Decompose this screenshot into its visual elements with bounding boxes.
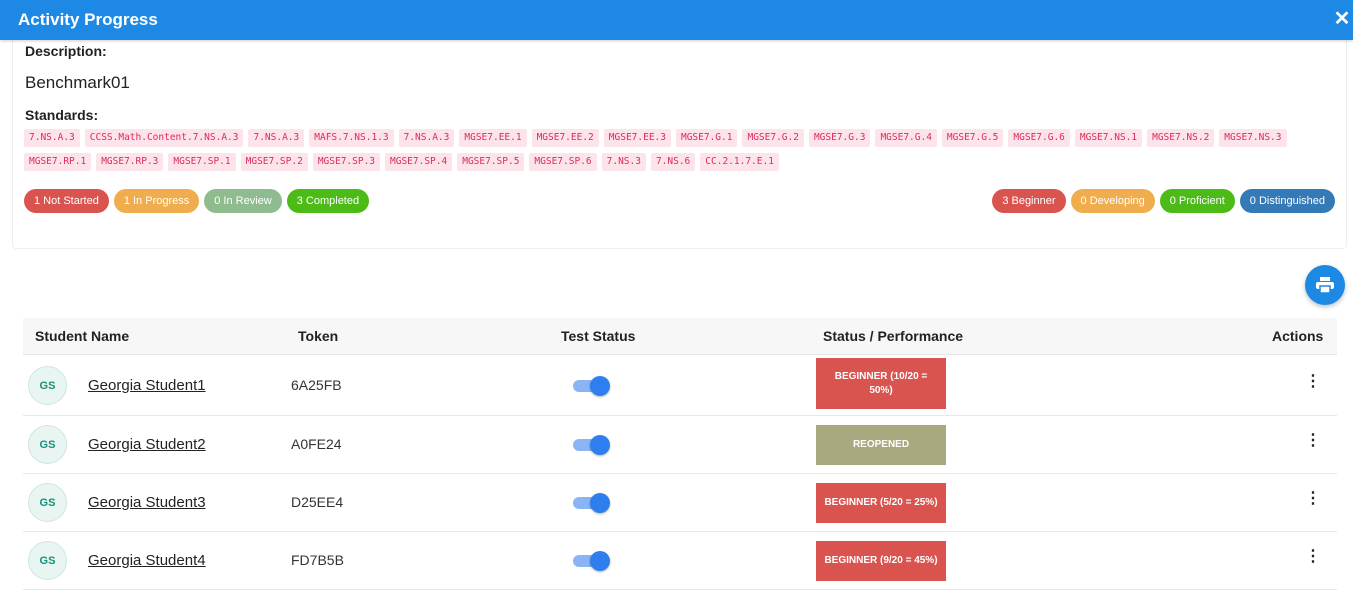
modal-header: Activity Progress ✕ — [0, 0, 1353, 40]
student-name-link[interactable]: Georgia Student1 — [88, 377, 206, 394]
standards-list: 7.NS.A.3 CCSS.Math.Content.7.NS.A.3 7.NS.A… — [24, 129, 1324, 171]
standards-label: Standards: — [25, 107, 99, 123]
standard-tag: 7.NS.A.3 — [248, 129, 305, 147]
status-badge[interactable]: REOPENED — [816, 425, 946, 465]
standard-tag: MGSE7.NS.3 — [1219, 129, 1287, 147]
test-status-toggle[interactable] — [573, 376, 611, 396]
standard-tag: CC.2.1.7.E.1 — [700, 153, 779, 171]
progress-pill[interactable]: 0 In Review — [204, 189, 282, 213]
description-label: Description: — [25, 43, 107, 59]
standard-tag: MGSE7.G.5 — [941, 129, 1004, 147]
standard-tag: MAFS.7.NS.1.3 — [309, 129, 394, 147]
avatar: GS — [28, 541, 67, 580]
actions-menu-icon[interactable]: ⋮ — [1305, 491, 1321, 507]
actions-menu-icon[interactable]: ⋮ — [1305, 549, 1321, 565]
standard-tag: 7.NS.A.3 — [398, 129, 455, 147]
test-status-toggle[interactable] — [573, 493, 611, 513]
performance-pill[interactable]: 0 Proficient — [1159, 189, 1235, 213]
token-value: D25EE4 — [291, 494, 344, 510]
standard-tag: MGSE7.G.6 — [1008, 129, 1070, 147]
standard-tag: 7.NS.3 — [601, 153, 646, 171]
print-button[interactable] — [1305, 265, 1345, 305]
header-actions: Actions — [1272, 328, 1324, 344]
token-value: FD7B5B — [291, 552, 344, 568]
standard-tag: MGSE7.EE.1 — [459, 129, 527, 147]
standard-tag: MGSE7.NS.2 — [1147, 129, 1215, 147]
table-row: GS Georgia Student3 D25EE4 BEGINNER (5/20 =… — [23, 474, 1337, 532]
standard-tag: MGSE7.G.1 — [675, 129, 738, 147]
description-value: Benchmark01 — [25, 73, 130, 92]
progress-summary: 1 Not Started 1 In Progress 0 In Review 3 C… — [24, 189, 370, 213]
table-row: GS Georgia Student2 A0FE24 REOPENED ⋮ — [23, 416, 1337, 474]
standard-tag: MGSE7.EE.2 — [531, 129, 599, 147]
printer-icon — [1316, 277, 1334, 293]
standard-tag: MGSE7.SP.5 — [457, 153, 525, 171]
standard-tag: MGSE7.SP.1 — [168, 153, 236, 171]
table-header: Student Name Token Test Status Status / … — [23, 318, 1337, 355]
token-value: 6A25FB — [291, 377, 342, 393]
performance-pill[interactable]: 0 Distinguished — [1239, 189, 1335, 213]
table-row: GS Georgia Student4 FD7B5B BEGINNER (9/20 =… — [23, 532, 1337, 590]
token-value: A0FE24 — [291, 436, 342, 452]
modal-title: Activity Progress — [18, 10, 158, 29]
actions-menu-icon[interactable]: ⋮ — [1305, 374, 1321, 390]
standard-tag: MGSE7.G.4 — [875, 129, 937, 147]
table-row: GS Georgia Student1 6A25FB BEGINNER (10/20 … — [23, 355, 1337, 416]
avatar: GS — [28, 366, 67, 405]
student-name-link[interactable]: Georgia Student3 — [88, 494, 206, 511]
student-name-link[interactable]: Georgia Student2 — [88, 436, 206, 453]
standard-tag: 7.NS.6 — [650, 153, 696, 171]
test-status-toggle[interactable] — [573, 551, 611, 571]
close-icon[interactable]: ✕ — [1331, 8, 1353, 30]
student-name-link[interactable]: Georgia Student4 — [88, 552, 206, 569]
standard-tag: MGSE7.G.3 — [808, 129, 871, 147]
header-status-performance[interactable]: Status / Performance — [823, 328, 963, 344]
standard-tag: CCSS.Math.Content.7.NS.A.3 — [84, 129, 244, 147]
performance-pill[interactable]: 3 Beginner — [992, 189, 1066, 213]
avatar: GS — [28, 483, 67, 522]
header-student-name[interactable]: Student Name — [35, 328, 129, 344]
status-badge[interactable]: BEGINNER (10/20 = 50%) — [816, 358, 946, 409]
performance-summary: 3 Beginner 0 Developing 0 Proficient 0 Dist… — [992, 189, 1335, 213]
standard-tag: MGSE7.NS.1 — [1074, 129, 1143, 147]
avatar: GS — [28, 425, 67, 464]
activity-summary-card: Description: Benchmark01 Standards: 7.NS… — [12, 28, 1347, 249]
standard-tag: MGSE7.RP.3 — [96, 153, 164, 171]
standard-tag: MGSE7.RP.1 — [24, 153, 92, 171]
standard-tag: MGSE7.G.2 — [742, 129, 804, 147]
progress-pill[interactable]: 3 Completed — [286, 189, 370, 213]
standard-tag: MGSE7.EE.3 — [603, 129, 671, 147]
header-test-status[interactable]: Test Status — [561, 328, 635, 344]
standard-tag: MGSE7.SP.2 — [240, 153, 308, 171]
status-badge[interactable]: BEGINNER (5/20 = 25%) — [816, 483, 946, 523]
actions-menu-icon[interactable]: ⋮ — [1305, 433, 1321, 449]
standard-tag: 7.NS.A.3 — [24, 129, 80, 147]
standard-tag: MGSE7.SP.6 — [529, 153, 597, 171]
progress-pill[interactable]: 1 In Progress — [113, 189, 200, 213]
progress-pill[interactable]: 1 Not Started — [24, 189, 109, 213]
header-token[interactable]: Token — [298, 328, 338, 344]
standard-tag: MGSE7.SP.3 — [312, 153, 381, 171]
performance-pill[interactable]: 0 Developing — [1070, 189, 1155, 213]
standard-tag: MGSE7.SP.4 — [385, 153, 453, 171]
status-badge[interactable]: BEGINNER (9/20 = 45%) — [816, 541, 946, 581]
test-status-toggle[interactable] — [573, 435, 611, 455]
